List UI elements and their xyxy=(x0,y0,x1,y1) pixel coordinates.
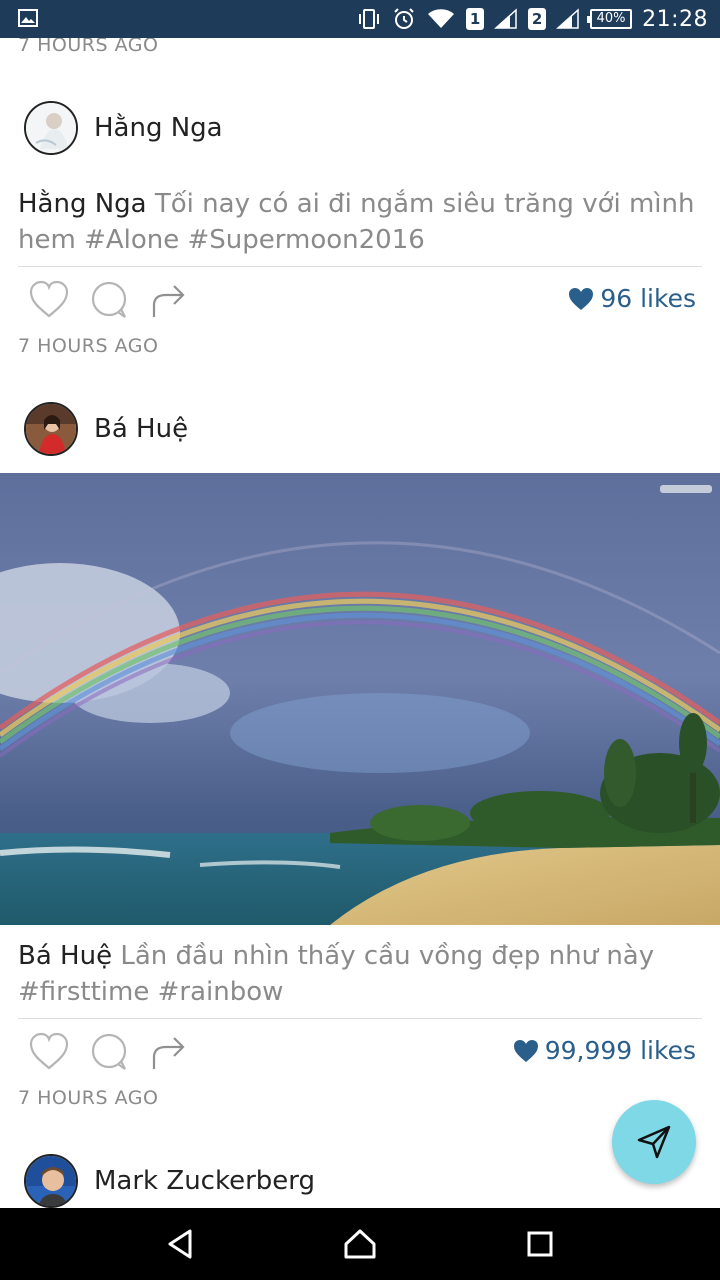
post-header[interactable]: Mark Zuckerberg xyxy=(24,1153,315,1208)
avatar[interactable] xyxy=(24,1154,78,1208)
send-message-button[interactable] xyxy=(612,1100,696,1184)
clock: 21:28 xyxy=(642,6,708,32)
post-header[interactable]: Bá Huệ xyxy=(24,401,188,457)
divider xyxy=(18,1018,702,1019)
caption-username[interactable]: Hằng Nga xyxy=(18,189,147,219)
signal-icon xyxy=(494,8,517,29)
post-caption: Bá Huệ Lần đầu nhìn thấy cầu vồng đẹp nh… xyxy=(18,938,708,1010)
post-actions xyxy=(28,278,190,322)
home-icon[interactable] xyxy=(342,1226,378,1262)
caption-text: Lần đầu nhìn thấy cầu vồng đẹp như này #… xyxy=(18,941,655,1007)
avatar[interactable] xyxy=(24,402,78,456)
signal-icon xyxy=(556,8,579,29)
heart-icon[interactable] xyxy=(28,1031,70,1073)
battery-icon: 40% xyxy=(587,9,633,29)
navigation-bar xyxy=(0,1208,720,1280)
status-bar: 1 2 40% 21:28 xyxy=(0,0,720,38)
alarm-icon xyxy=(394,8,414,29)
wifi-icon xyxy=(428,9,455,28)
post-timestamp: 7 HOURS AGO xyxy=(18,1087,159,1109)
sim2-badge: 2 xyxy=(528,8,547,30)
post-header[interactable]: Hằng Nga xyxy=(24,100,223,156)
recents-icon[interactable] xyxy=(522,1226,558,1262)
heart-filled-icon xyxy=(569,287,594,310)
comment-icon[interactable] xyxy=(88,279,130,321)
feed[interactable]: 7 HOURS AGO Hằng Nga Hằng Nga Tối nay có… xyxy=(0,38,720,1208)
avatar[interactable] xyxy=(24,101,78,155)
likes-count[interactable]: 96 likes xyxy=(568,284,696,313)
divider xyxy=(18,266,702,267)
heart-icon[interactable] xyxy=(28,279,70,321)
send-icon xyxy=(637,1125,671,1159)
post-caption: Hằng Nga Tối nay có ai đi ngắm siêu trăn… xyxy=(18,186,708,258)
username[interactable]: Bá Huệ xyxy=(94,414,188,444)
heart-filled-icon xyxy=(513,1039,538,1062)
back-icon[interactable] xyxy=(162,1226,198,1262)
post-timestamp: 7 HOURS AGO xyxy=(18,335,159,357)
comment-icon[interactable] xyxy=(88,1031,130,1073)
likes-label: 96 likes xyxy=(600,284,696,313)
gallery-icon xyxy=(18,9,38,27)
share-icon[interactable] xyxy=(148,1031,190,1073)
likes-label: 99,999 likes xyxy=(544,1036,696,1065)
likes-count[interactable]: 99,999 likes xyxy=(513,1036,696,1065)
share-icon[interactable] xyxy=(148,279,190,321)
username[interactable]: Hằng Nga xyxy=(94,113,223,143)
caption-username[interactable]: Bá Huệ xyxy=(18,941,112,971)
post-image[interactable] xyxy=(0,473,720,925)
post-timestamp: 7 HOURS AGO xyxy=(18,38,159,56)
post-actions xyxy=(28,1030,190,1074)
vibrate-icon xyxy=(359,9,380,29)
username[interactable]: Mark Zuckerberg xyxy=(94,1166,315,1196)
sim1-badge: 1 xyxy=(466,8,485,30)
